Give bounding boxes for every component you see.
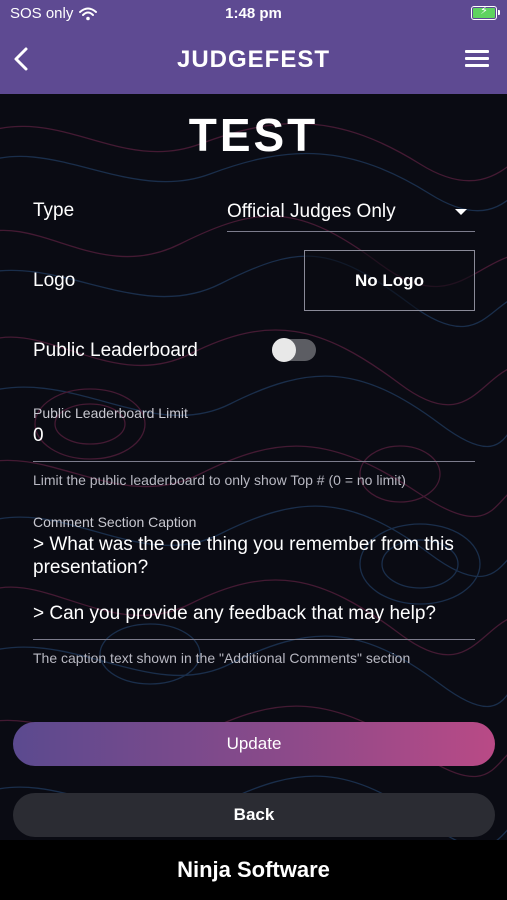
caret-down-icon bbox=[455, 209, 467, 215]
public-leaderboard-label: Public Leaderboard bbox=[33, 340, 198, 361]
status-bar: SOS only 1:48 pm ⚡ bbox=[0, 0, 507, 28]
main-content: TEST Type Official Judges Only Logo No L… bbox=[0, 94, 507, 840]
back-button[interactable]: Back bbox=[13, 793, 495, 837]
hamburger-menu-icon[interactable] bbox=[465, 50, 489, 70]
update-button[interactable]: Update bbox=[13, 722, 495, 766]
status-time: 1:48 pm bbox=[225, 5, 282, 22]
type-label: Type bbox=[33, 200, 75, 221]
public-leaderboard-toggle[interactable] bbox=[272, 338, 316, 362]
page-title: TEST bbox=[188, 109, 319, 161]
logo-label: Logo bbox=[33, 270, 76, 291]
type-dropdown-value: Official Judges Only bbox=[227, 201, 396, 222]
comment-caption-label: Comment Section Caption bbox=[33, 514, 197, 530]
header: SOS only 1:48 pm ⚡ JUDGEFEST bbox=[0, 0, 507, 94]
nav-bar: JUDGEFEST bbox=[0, 32, 507, 88]
type-dropdown[interactable]: Official Judges Only bbox=[227, 194, 475, 232]
comment-caption-underline bbox=[33, 639, 475, 640]
charging-bolt-icon: ⚡ bbox=[480, 5, 488, 17]
comment-caption-input[interactable]: > What was the one thing you remember fr… bbox=[33, 533, 483, 625]
leaderboard-limit-label: Public Leaderboard Limit bbox=[33, 405, 188, 421]
footer-brand: Ninja Software bbox=[0, 840, 507, 900]
app-title: JUDGEFEST bbox=[176, 46, 331, 73]
logo-button[interactable]: No Logo bbox=[304, 250, 475, 311]
toggle-knob bbox=[272, 338, 296, 362]
leaderboard-limit-underline bbox=[33, 461, 475, 462]
battery-icon: ⚡ bbox=[471, 5, 500, 20]
leaderboard-limit-helper: Limit the public leaderboard to only sho… bbox=[33, 472, 406, 488]
battery-nub bbox=[498, 10, 500, 15]
comment-caption-helper: The caption text shown in the "Additiona… bbox=[33, 650, 411, 666]
leaderboard-limit-input[interactable]: 0 bbox=[33, 425, 44, 447]
